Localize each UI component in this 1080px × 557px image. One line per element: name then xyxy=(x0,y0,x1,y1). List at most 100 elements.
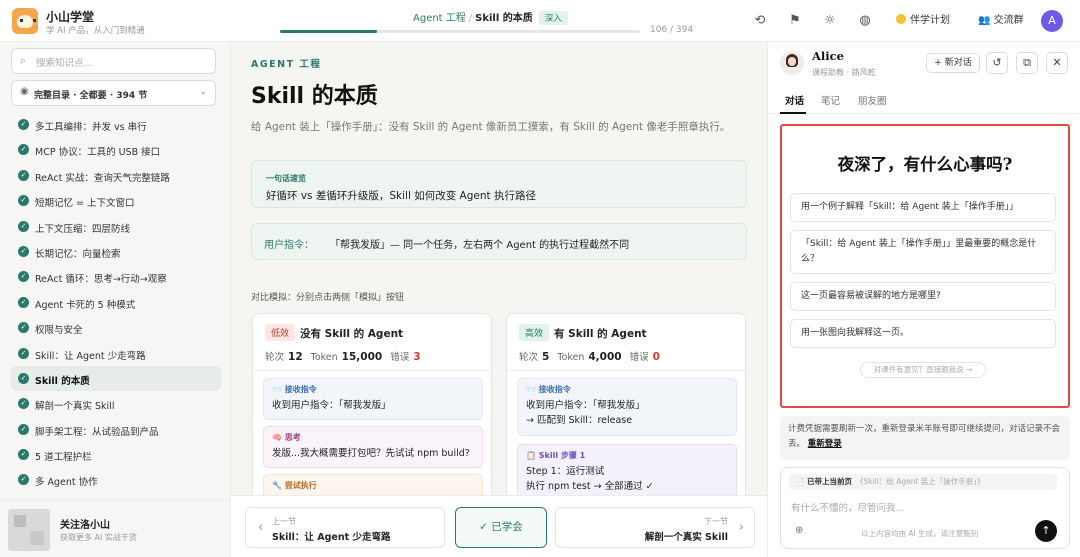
toc-item[interactable]: ✓ Skill：让 Agent 少走弯路 xyxy=(11,341,221,366)
toc-item-label: 5 道工程护栏 xyxy=(35,452,92,464)
breadcrumb-section[interactable]: Agent 工程 xyxy=(413,13,466,24)
prev-lesson-button[interactable]: ‹ 上一节 Skill：让 Agent 少走弯路 xyxy=(245,507,445,548)
popout-icon[interactable]: ⧉ xyxy=(1016,52,1038,74)
check-circle-icon: ✓ xyxy=(18,169,29,181)
toc-item-label: MCP 协议：工具的 USB 接口 xyxy=(35,147,161,159)
step-line: Step 1：运行测试 xyxy=(526,466,605,477)
brand-logo[interactable] xyxy=(12,8,38,34)
toc-item[interactable]: ✓ Agent 卡死的 5 种模式 xyxy=(11,290,221,315)
check-circle-icon: ✓ xyxy=(18,144,29,156)
toc-item[interactable]: ✓ 上下文压缩：四层防线 xyxy=(11,214,221,239)
suggestion-button[interactable]: 「Skill：给 Agent 装上「操作手册」」里最重要的概念是什么？ xyxy=(790,230,1056,274)
chat-input[interactable]: 有什么不懂的，尽管问我... xyxy=(791,500,905,514)
toc-item[interactable]: ✓ Skill 的本质 xyxy=(11,365,221,392)
new-chat-button[interactable]: + 新对话 xyxy=(926,53,980,73)
check-circle-icon: ✓ xyxy=(18,398,29,410)
toc-item-label: 多 Agent 协作 xyxy=(35,477,98,489)
step-text: 收到用户指令：「帮我发版」 → 匹配到 Skill：release xyxy=(526,398,645,428)
globe-icon[interactable]: ◍ xyxy=(857,13,873,29)
tutor-name: Alice xyxy=(812,49,844,63)
toc-item[interactable]: ✓ 短期记忆 = 上下文窗口 xyxy=(11,188,221,213)
attach-file-icon[interactable]: ⊕ xyxy=(795,525,803,536)
toc-item-label: 多工具编排：并发 vs 串行 xyxy=(35,122,147,133)
lesson-content: AGENT 工程 Skill 的本质 给 Agent 装上「操作手册」：没有 S… xyxy=(231,42,767,557)
toc-selector[interactable]: ◉ 完整目录 · 全都要 · 394 节 ⌄ xyxy=(11,80,216,106)
feedback-link[interactable]: 对课件有意见？直接跟我说 → xyxy=(860,362,986,378)
learned-button[interactable]: ✓ 已学会 xyxy=(455,507,547,548)
context-chip[interactable]: 📄 已带上当前页 《Skill：给 Agent 装上「操作手册」》 xyxy=(789,474,1057,490)
toc-item[interactable]: ✓ 解剖一个真实 Skill xyxy=(11,391,221,416)
tab-notes[interactable]: 笔记 xyxy=(821,93,840,107)
relogin-link[interactable]: 重新登录 xyxy=(808,439,842,449)
execution-step: 📋 Skill 步骤 1 Step 1：运行测试 执行 npm test → 全部通… xyxy=(517,444,737,502)
arrow-up-icon: ↑ xyxy=(1041,524,1051,537)
close-icon[interactable]: ✕ xyxy=(1046,52,1068,74)
check-circle-icon: ✓ xyxy=(18,296,29,308)
next-label: 下一节 xyxy=(704,517,728,526)
sun-icon[interactable]: ☼ xyxy=(822,13,838,29)
toc-item[interactable]: ✓ 5 道工程护栏 xyxy=(11,442,221,467)
search-box[interactable]: ⌕ 搜索知识点... xyxy=(11,48,216,74)
suggestion-button[interactable]: 用一张图向我解释这一页。 xyxy=(790,319,1056,348)
search-input[interactable]: 搜索知识点... xyxy=(36,55,93,69)
chevron-left-icon: ‹ xyxy=(258,520,264,535)
step-label: 🔧 尝试执行 xyxy=(272,481,317,490)
tab-chat[interactable]: 对话 xyxy=(785,93,804,107)
command-text: 「帮我发版」— 同一个任务，左右两个 Agent 的执行过程截然不同 xyxy=(330,240,630,251)
chat-welcome-area: 夜深了，有什么心事吗? 用一个例子解释「Skill：给 Agent 装上「操作手… xyxy=(780,124,1070,408)
user-initial: A xyxy=(1048,14,1056,27)
bookmark-icon[interactable]: ⚑ xyxy=(787,13,803,29)
rounds-value: 5 xyxy=(542,351,550,363)
efficiency-badge: 高效 xyxy=(519,324,550,341)
brand-tagline: 学 AI 产品，从入门到精通 xyxy=(46,26,145,36)
next-lesson-button[interactable]: 下一节 解剖一个真实 Skill › xyxy=(555,507,755,548)
send-button[interactable]: ↑ xyxy=(1035,520,1057,542)
share-icon[interactable]: ⟲ xyxy=(752,13,768,29)
toc-item[interactable]: ✓ 多工具编排：并发 vs 串行 xyxy=(11,112,221,137)
card-stats: 轮次 12 Token 15,000 错误 3 xyxy=(265,349,429,363)
brand-name: 小山学堂 xyxy=(46,10,95,24)
community-label: 交流群 xyxy=(993,15,1024,26)
toc-item[interactable]: ✓ 多 Agent 协作 xyxy=(11,467,221,492)
step-label: 📨 接收指令 xyxy=(526,385,571,394)
toc-item[interactable]: ✓ 长期记忆：向量检索 xyxy=(11,239,221,264)
toc-item-label: Skill：让 Agent 少走弯路 xyxy=(35,350,146,362)
card-divider xyxy=(253,370,491,371)
relogin-notice: 计费凭据需要刷新一次，重新登录米羊账号即可继续提问，对话记录不会丢。 重新登录 xyxy=(780,416,1070,460)
check-circle-icon: ✓ xyxy=(18,195,29,207)
community-button[interactable]: 👥 交流群 xyxy=(978,13,1024,29)
check-circle-icon: ✓ xyxy=(18,449,29,461)
toc-item[interactable]: ✓ ReAct 实战：查询天气完整链路 xyxy=(11,163,221,188)
card-without-skill: 低效 没有 Skill 的 Agent 轮次 12 Token 15,000 错误 3 📨 接收… xyxy=(252,313,492,513)
suggestion-button[interactable]: 这一页最容易被误解的地方是哪里? xyxy=(790,282,1056,311)
context-label: 📄 已带上当前页 xyxy=(795,477,852,486)
location-icon: ◉ xyxy=(20,86,29,97)
companion-plan-button[interactable]: 伴学计划 xyxy=(896,13,950,29)
toc-item[interactable]: ✓ 权限与安全 xyxy=(11,315,221,340)
toc-item-label: Agent 卡死的 5 种模式 xyxy=(35,299,136,311)
rounds-label: 轮次 xyxy=(265,352,285,363)
user-avatar[interactable]: A xyxy=(1041,10,1063,32)
sidebar: ⌕ 搜索知识点... ◉ 完整目录 · 全都要 · 394 节 ⌄ ✓ 多工具编排… xyxy=(0,42,231,557)
breadcrumb-current: Skill 的本质 xyxy=(475,13,533,24)
toc-item[interactable]: ✓ 脚手架工程：从试验品到产品 xyxy=(11,417,221,442)
suggestion-button[interactable]: 用一个例子解释「Skill：给 Agent 装上「操作手册」」 xyxy=(790,193,1056,222)
toc-item[interactable]: ✓ MCP 协议：工具的 USB 接口 xyxy=(11,137,221,162)
search-icon: ⌕ xyxy=(20,54,27,67)
progress-count: 106 / 394 xyxy=(650,25,694,35)
tutor-avatar xyxy=(780,51,804,75)
step-label: 📨 接收指令 xyxy=(272,385,317,394)
check-circle-icon: ✓ xyxy=(18,119,29,130)
check-circle-icon: ✓ xyxy=(18,347,29,359)
command-label: 用户指令： xyxy=(264,240,314,251)
tab-moments[interactable]: 朋友圈 xyxy=(858,93,887,107)
history-icon[interactable]: ↺ xyxy=(986,52,1008,74)
users-icon: 👥 xyxy=(978,15,994,26)
toc-selector-label: 完整目录 · 全都要 · 394 节 xyxy=(34,91,148,101)
toc-item-label: 短期记忆 = 上下文窗口 xyxy=(35,198,135,210)
follow-title[interactable]: 关注洛小山 xyxy=(60,516,110,531)
step-label: 📋 Skill 步骤 1 xyxy=(526,451,586,460)
breadcrumb-separator: / xyxy=(468,13,473,24)
toc-item[interactable]: ✓ ReAct 循环：思考→行动→观察 xyxy=(11,264,221,289)
toc-item-label: ReAct 实战：查询天气完整链路 xyxy=(35,172,170,184)
